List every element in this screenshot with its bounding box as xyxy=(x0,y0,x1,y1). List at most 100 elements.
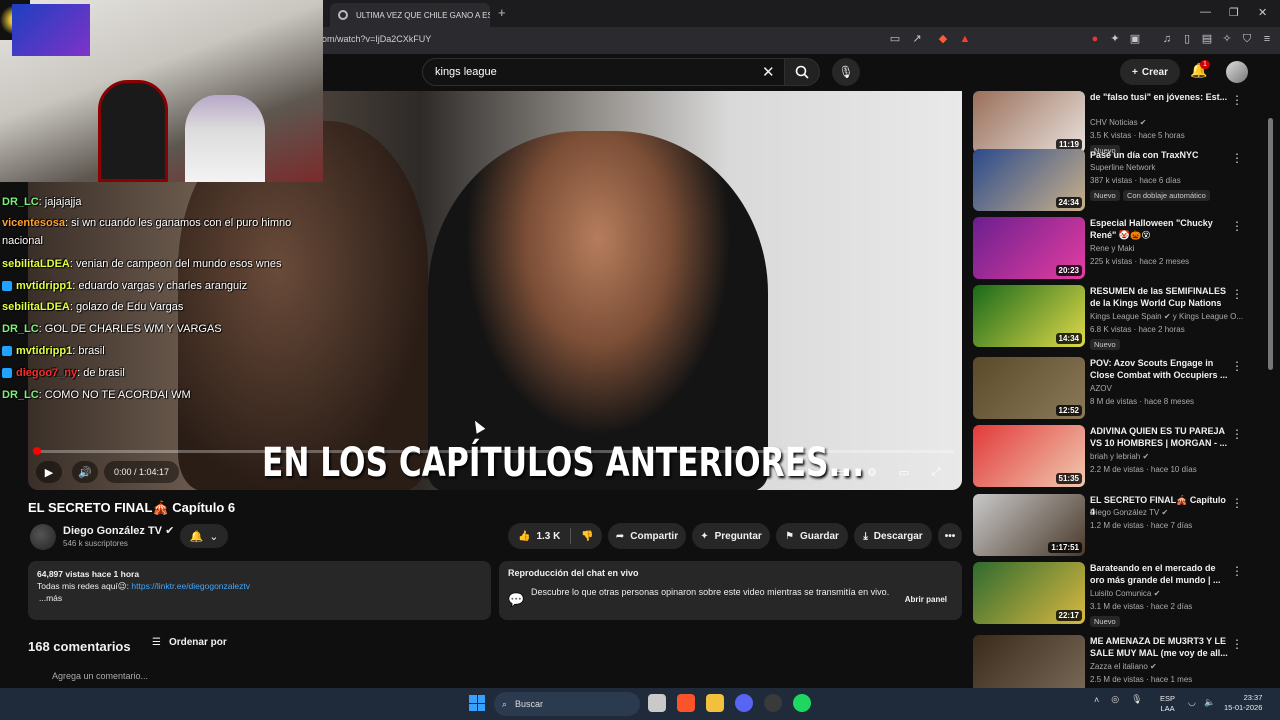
settings-button[interactable]: ⚙ xyxy=(862,461,882,483)
description-box[interactable]: 64,897 vistas hace 1 hora Todas mis rede… xyxy=(28,561,491,620)
recommendation-title[interactable]: ADIVINA QUIEN ES TU PAREJA VS 10 HOMBRES… xyxy=(1090,425,1228,449)
recommendation-channel[interactable]: CHV Noticias ✔ xyxy=(1090,118,1147,127)
recommendation-item[interactable]: 11:19 de "falso tusi" en jóvenes: Est... C… xyxy=(973,91,1265,156)
video-thumbnail[interactable]: 22:17 xyxy=(973,562,1085,624)
start-button[interactable] xyxy=(469,695,485,711)
recommendation-title[interactable]: Especial Halloween "Chucky René" 🤡🎃😵 xyxy=(1090,217,1228,241)
recommendation-item[interactable]: 12:52 POV: Azov Scouts Engage in Close Co… xyxy=(973,357,1265,419)
video-thumbnail[interactable]: 14:34 xyxy=(973,285,1085,347)
description-link[interactable]: https://linktr.ee/diegogonzaleztv xyxy=(131,581,250,591)
more-options-icon[interactable]: ⋮ xyxy=(1231,359,1243,373)
dislike-icon[interactable]: 👎 xyxy=(581,531,593,542)
brave-shield-icon[interactable]: ◆ xyxy=(936,32,950,46)
video-thumbnail[interactable]: 20:23 xyxy=(973,217,1085,279)
open-panel-button[interactable]: Abrir panel xyxy=(899,590,953,608)
download-button[interactable]: ⤓ Descargar xyxy=(854,523,932,549)
like-icon[interactable]: 👍 xyxy=(518,531,530,542)
play-button[interactable]: ▶ xyxy=(36,461,62,483)
wallet-icon[interactable]: ▤ xyxy=(1200,32,1214,46)
recommendation-channel[interactable]: Rene y Maki xyxy=(1090,244,1134,253)
share-button[interactable]: ➦ Compartir xyxy=(608,523,686,549)
sidebar-toggle-icon[interactable]: ▣ xyxy=(1128,32,1142,46)
video-thumbnail[interactable]: 1:17:51 xyxy=(973,494,1085,556)
more-options-icon[interactable]: ⋮ xyxy=(1231,564,1243,578)
more-options-icon[interactable]: ⋮ xyxy=(1231,151,1243,165)
recommendation-title[interactable]: Pasé un día con TraxNYC xyxy=(1090,149,1228,161)
browser-tab[interactable]: ULTIMA VEZ QUE CHILE GANO A ESP xyxy=(330,3,490,27)
sidebar-scrollbar[interactable] xyxy=(1268,118,1273,370)
progress-bar[interactable] xyxy=(36,450,954,453)
brave-browser-icon[interactable] xyxy=(677,694,695,712)
obs-icon[interactable] xyxy=(764,694,782,712)
subscription-bell-button[interactable]: 🔔 ⌄ xyxy=(180,524,228,548)
network-status-icon[interactable]: ◎ xyxy=(1111,694,1119,705)
video-thumbnail[interactable]: 24:34 xyxy=(973,149,1085,211)
account-avatar[interactable] xyxy=(1226,61,1248,83)
subtitles-button[interactable]: ▭ xyxy=(830,461,850,483)
more-options-icon[interactable]: ⋮ xyxy=(1231,637,1243,651)
clock[interactable]: 23:37 15-01-2026 xyxy=(1224,693,1262,713)
recommendation-title[interactable]: RESUMEN de las SEMIFINALES de la Kings W… xyxy=(1090,285,1228,309)
show-more-link[interactable]: ...más xyxy=(37,592,482,604)
clear-search-icon[interactable]: ✕ xyxy=(762,63,775,81)
video-thumbnail[interactable]: 11:19 xyxy=(973,91,1085,153)
recommendation-item[interactable]: 20:23 Especial Halloween "Chucky René" 🤡🎃… xyxy=(973,217,1265,279)
search-button[interactable] xyxy=(784,58,820,86)
like-count[interactable]: 1.3 K xyxy=(536,531,560,542)
recommendation-title[interactable]: POV: Azov Scouts Engage in Close Combat … xyxy=(1090,357,1228,381)
progress-scrubber[interactable] xyxy=(33,447,41,455)
taskbar-search[interactable]: ⌕ Buscar xyxy=(494,692,640,716)
comment-input[interactable]: Agrega un comentario... xyxy=(52,671,148,681)
recommendation-item[interactable]: 1:17:51 EL SECRETO FINAL🎪 Capítulo 4 Diego… xyxy=(973,494,1265,556)
more-options-icon[interactable]: ⋮ xyxy=(1231,496,1243,510)
discord-icon[interactable] xyxy=(735,694,753,712)
volume-button[interactable]: 🔊 xyxy=(72,461,98,483)
maximize-button[interactable]: ❐ xyxy=(1229,6,1239,19)
create-button[interactable]: + Crear xyxy=(1120,59,1180,85)
wifi-icon[interactable]: ◡ xyxy=(1188,697,1196,708)
close-window-button[interactable]: ✕ xyxy=(1258,6,1267,19)
file-explorer-icon[interactable] xyxy=(706,694,724,712)
save-button[interactable]: ⚑ Guardar xyxy=(776,523,848,549)
minimize-button[interactable]: — xyxy=(1200,6,1211,18)
volume-tray-icon[interactable]: 🔈 xyxy=(1204,697,1215,708)
recommendation-channel[interactable]: AZOV xyxy=(1090,384,1112,393)
extensions-icon[interactable]: ✦ xyxy=(1108,32,1122,46)
search-input[interactable]: kings league xyxy=(422,58,788,86)
theater-button[interactable]: ▭ xyxy=(894,461,914,483)
channel-avatar[interactable] xyxy=(30,524,56,550)
recommendation-channel[interactable]: Superline Network xyxy=(1090,163,1155,172)
menu-icon[interactable]: ≡ xyxy=(1260,32,1274,46)
panel-icon[interactable]: ▯ xyxy=(1180,32,1194,46)
tray-overflow-icon[interactable]: ˄ xyxy=(1094,695,1099,705)
fullscreen-button[interactable]: ⤢ xyxy=(926,461,946,483)
ai-icon[interactable]: ✧ xyxy=(1220,32,1234,46)
rewards-icon[interactable]: ▲ xyxy=(958,32,972,46)
recommendation-channel[interactable]: Zazza el italiano ✔ xyxy=(1090,662,1157,671)
recommendation-title[interactable]: ME AMENAZA DE MU3RT3 Y LE SALE MUY MAL (… xyxy=(1090,635,1228,659)
vpn-icon[interactable]: ⛉ xyxy=(1240,32,1254,46)
recommendation-channel[interactable]: Diego González TV ✔ xyxy=(1090,508,1168,517)
cast-icon[interactable]: ▭ xyxy=(888,32,902,46)
recommendation-channel[interactable]: Luisito Comunica ✔ xyxy=(1090,589,1160,598)
recommendation-channel[interactable]: briah y lebriah ✔ xyxy=(1090,452,1149,461)
channel-name[interactable]: Diego González TV ✔ xyxy=(63,524,174,537)
more-options-icon[interactable]: ⋮ xyxy=(1231,287,1243,301)
voice-search-button[interactable]: 🎙 xyxy=(832,58,860,86)
new-tab-button[interactable]: + xyxy=(498,5,506,20)
microphone-icon[interactable]: 🎙 xyxy=(1131,694,1142,705)
recommendation-title[interactable]: de "falso tusi" en jóvenes: Est... xyxy=(1090,91,1228,103)
sort-button[interactable]: ☰ Ordenar por xyxy=(152,637,227,648)
ask-button[interactable]: ✦ Preguntar xyxy=(692,523,770,549)
language-indicator[interactable]: ESP LAA xyxy=(1160,694,1175,714)
more-options-icon[interactable]: ⋮ xyxy=(1231,219,1243,233)
recommendation-title[interactable]: Barateando en el mercado de oro más gran… xyxy=(1090,562,1228,586)
media-icon[interactable]: ♫ xyxy=(1160,32,1174,46)
record-icon[interactable]: ● xyxy=(1088,32,1102,46)
spotify-icon[interactable] xyxy=(793,694,811,712)
recommendation-item[interactable]: 51:35 ADIVINA QUIEN ES TU PAREJA VS 10 HO… xyxy=(973,425,1265,487)
more-options-icon[interactable]: ⋮ xyxy=(1231,93,1243,107)
recommendation-channel[interactable]: Kings League Spain ✔ y Kings League O... xyxy=(1090,312,1243,321)
more-actions-button[interactable]: ••• xyxy=(938,523,962,549)
recommendation-item[interactable]: 24:34 Pasé un día con TraxNYC Superline Ne… xyxy=(973,149,1265,211)
